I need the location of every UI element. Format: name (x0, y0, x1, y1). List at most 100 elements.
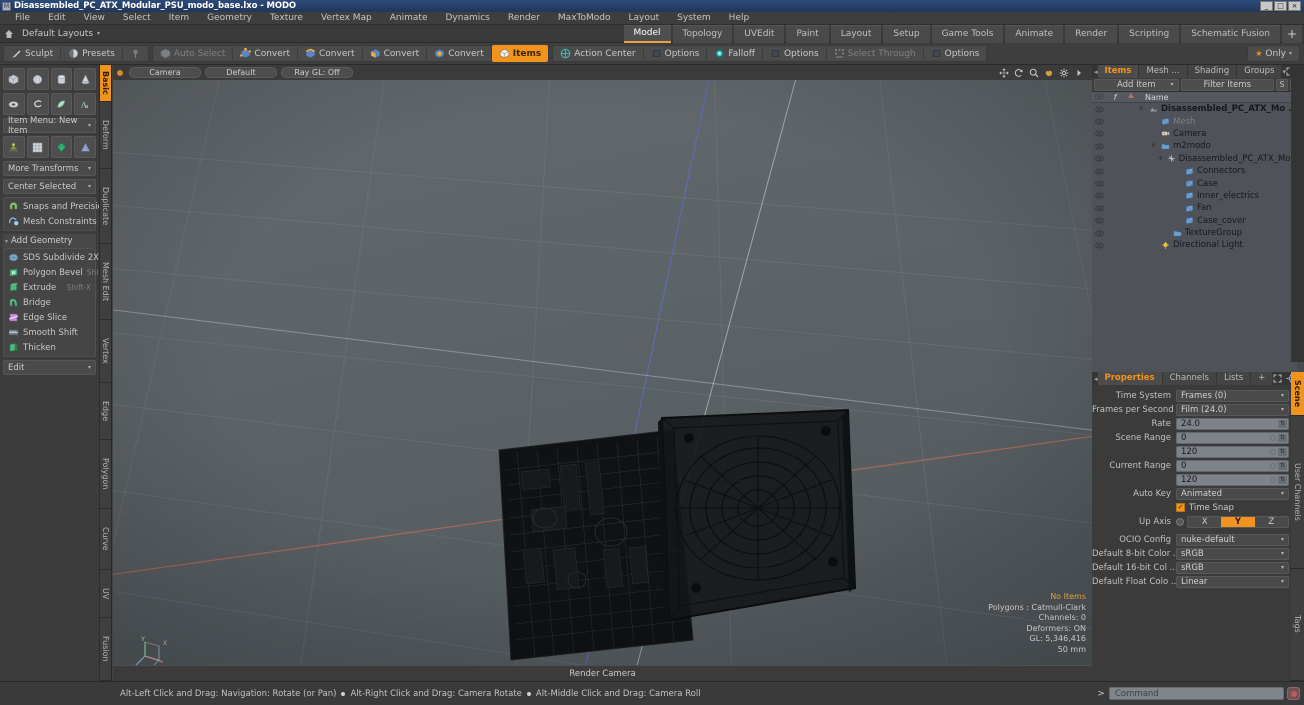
gem-icon[interactable] (50, 136, 73, 158)
keyframe-icon[interactable] (1270, 435, 1276, 441)
items-s-button[interactable]: S (1276, 78, 1289, 91)
keyframe-icon[interactable] (1270, 449, 1276, 455)
property-input[interactable]: 0 ⇅ (1176, 431, 1289, 444)
up-axis-segmented[interactable]: XYZ (1187, 515, 1289, 528)
cube-icon[interactable] (3, 68, 25, 90)
spiral-icon[interactable] (26, 93, 49, 115)
menu-item-dynamics[interactable]: Dynamics (436, 12, 498, 25)
visibility-eye-icon[interactable] (1092, 205, 1107, 212)
left-action-mesh-constraints[interactable]: Mesh Constraints (5, 214, 97, 229)
items-list-row[interactable]: · Inner_electrics (1092, 190, 1304, 202)
items-list-row[interactable]: · Camera (1092, 128, 1304, 140)
toolbar-convert[interactable]: Convert (363, 45, 427, 62)
viewport-raygl-selector[interactable]: Ray GL: Off (281, 67, 353, 78)
items-list-row[interactable]: · Directional Light (1092, 239, 1304, 251)
spinner-icon[interactable]: ⇅ (1278, 447, 1287, 456)
keyframe-icon[interactable] (1270, 477, 1276, 483)
property-input[interactable]: 0 ⇅ (1176, 459, 1289, 472)
menu-item-select[interactable]: Select (114, 12, 160, 25)
spinner-icon[interactable]: ⇅ (1278, 419, 1287, 428)
toolbar-convert[interactable]: Convert (427, 45, 491, 62)
toolbar-options[interactable]: Options (644, 45, 707, 62)
teardrop-icon[interactable] (50, 93, 73, 115)
menu-item-help[interactable]: Help (720, 12, 759, 25)
paint-bucket-icon[interactable] (3, 136, 25, 158)
up-axis-option-x[interactable]: X (1188, 517, 1221, 527)
home-icon[interactable] (0, 25, 18, 43)
viewport-state-dot[interactable] (117, 69, 123, 76)
properties-vtab-scene[interactable]: Scene (1291, 372, 1304, 416)
cylinder-icon[interactable] (50, 68, 73, 90)
property-dropdown[interactable]: Film (24.0) ▾ (1176, 403, 1289, 416)
menu-item-layout[interactable]: Layout (620, 12, 669, 25)
toolbar-sculpt[interactable]: Sculpt (4, 45, 60, 62)
text-icon[interactable]: Aa (74, 93, 96, 115)
move-icon[interactable] (999, 67, 1009, 78)
property-input[interactable]: 24.0 ⇅ (1176, 417, 1289, 430)
viewport-shading-selector[interactable]: Default (205, 67, 277, 78)
cone-icon[interactable] (74, 68, 96, 90)
chevron-right-icon[interactable] (1074, 68, 1084, 78)
menu-item-view[interactable]: View (75, 12, 114, 25)
spinner-icon[interactable]: ⇅ (1278, 475, 1287, 484)
edit-dropdown[interactable]: Edit ▾ (3, 360, 96, 375)
layout-tab-game-tools[interactable]: Game Tools (931, 24, 1004, 43)
properties-tab-channels[interactable]: Channels (1162, 372, 1216, 385)
items-list-row[interactable]: · Case_cover (1092, 215, 1304, 227)
pan-hand-icon[interactable] (1044, 68, 1054, 78)
toolbar-convert[interactable]: Convert (233, 45, 297, 62)
items-list-row[interactable]: · Connectors (1092, 165, 1304, 177)
rotate-icon[interactable] (1014, 68, 1024, 78)
left-vtab-deform[interactable]: Deform (100, 101, 111, 169)
close-button[interactable]: × (1288, 1, 1301, 11)
property-dropdown[interactable]: Animated ▾ (1176, 487, 1289, 500)
visibility-eye-icon[interactable] (1092, 106, 1107, 113)
default-layouts-dropdown[interactable]: Default Layouts ▾ (18, 29, 104, 39)
geometry-tool-smooth-shift[interactable]: Smooth Shift (5, 325, 94, 340)
menu-item-render[interactable]: Render (499, 12, 549, 25)
color-dropdown[interactable]: sRGB ▾ (1176, 547, 1289, 560)
add-item-button[interactable]: Add Item ▾ (1094, 78, 1179, 91)
items-tab-items[interactable]: Items (1097, 65, 1139, 78)
maximize-button[interactable]: □ (1274, 1, 1287, 11)
items-list-row[interactable]: ▼ m2modo (1092, 140, 1304, 152)
spinner-icon[interactable]: ⇅ (1278, 433, 1287, 442)
toolbar-pin-icon[interactable] (123, 45, 148, 62)
items-tab-shading[interactable]: Shading (1187, 65, 1237, 78)
properties-tab--[interactable]: + (1251, 372, 1273, 385)
properties-tab-lists[interactable]: Lists (1216, 372, 1251, 385)
left-vtab-uv[interactable]: UV (100, 569, 111, 619)
menu-item-item[interactable]: Item (160, 12, 199, 25)
add-layout-tab-button[interactable]: + (1282, 24, 1302, 43)
pyramid-icon[interactable] (74, 136, 96, 158)
menu-item-animate[interactable]: Animate (381, 12, 437, 25)
items-list-row[interactable]: ▼ Disassembled_PC_ATX_Mod... (1092, 153, 1304, 165)
up-axis-radio[interactable] (1176, 517, 1184, 526)
menu-item-edit[interactable]: Edit (39, 12, 74, 25)
menu-item-system[interactable]: System (668, 12, 720, 25)
toolbar-action-center[interactable]: Action Center (553, 45, 642, 62)
left-vtab-fusion[interactable]: Fusion (100, 618, 111, 681)
up-axis-option-y[interactable]: Y (1221, 516, 1255, 527)
visibility-eye-icon[interactable] (1092, 155, 1107, 162)
items-list-row[interactable]: · Case (1092, 177, 1304, 189)
menu-item-file[interactable]: File (6, 12, 39, 25)
expand-icon[interactable] (1273, 374, 1282, 383)
items-list-row[interactable]: ▼ Disassembled_PC_ATX_Mo ... (1092, 103, 1304, 115)
property-dropdown[interactable]: Frames (0) ▾ (1176, 389, 1289, 402)
expand-triangle-icon[interactable]: ▼ (1151, 143, 1158, 149)
layout-tab-scripting[interactable]: Scripting (1119, 24, 1180, 43)
visibility-eye-icon[interactable] (1092, 118, 1107, 125)
minimize-button[interactable]: _ (1260, 1, 1273, 11)
color-dropdown[interactable]: sRGB ▾ (1176, 561, 1289, 574)
toolbar-select-through[interactable]: Select Through (827, 45, 923, 62)
items-list-row[interactable]: · TextureGroup (1092, 227, 1304, 239)
left-vtab-mesh-edit[interactable]: Mesh Edit (100, 243, 111, 321)
grid-icon[interactable] (26, 136, 49, 158)
menu-item-maxtomodo[interactable]: MaxToModo (549, 12, 620, 25)
items-tab-groups[interactable]: Groups (1237, 65, 1282, 78)
expand-triangle-icon[interactable]: ▼ (1158, 156, 1163, 162)
toolbar-items[interactable]: Items (491, 45, 549, 62)
left-vtab-polygon[interactable]: Polygon (100, 440, 111, 509)
geometry-tool-extrude[interactable]: Extrude Shift-X (5, 280, 94, 295)
